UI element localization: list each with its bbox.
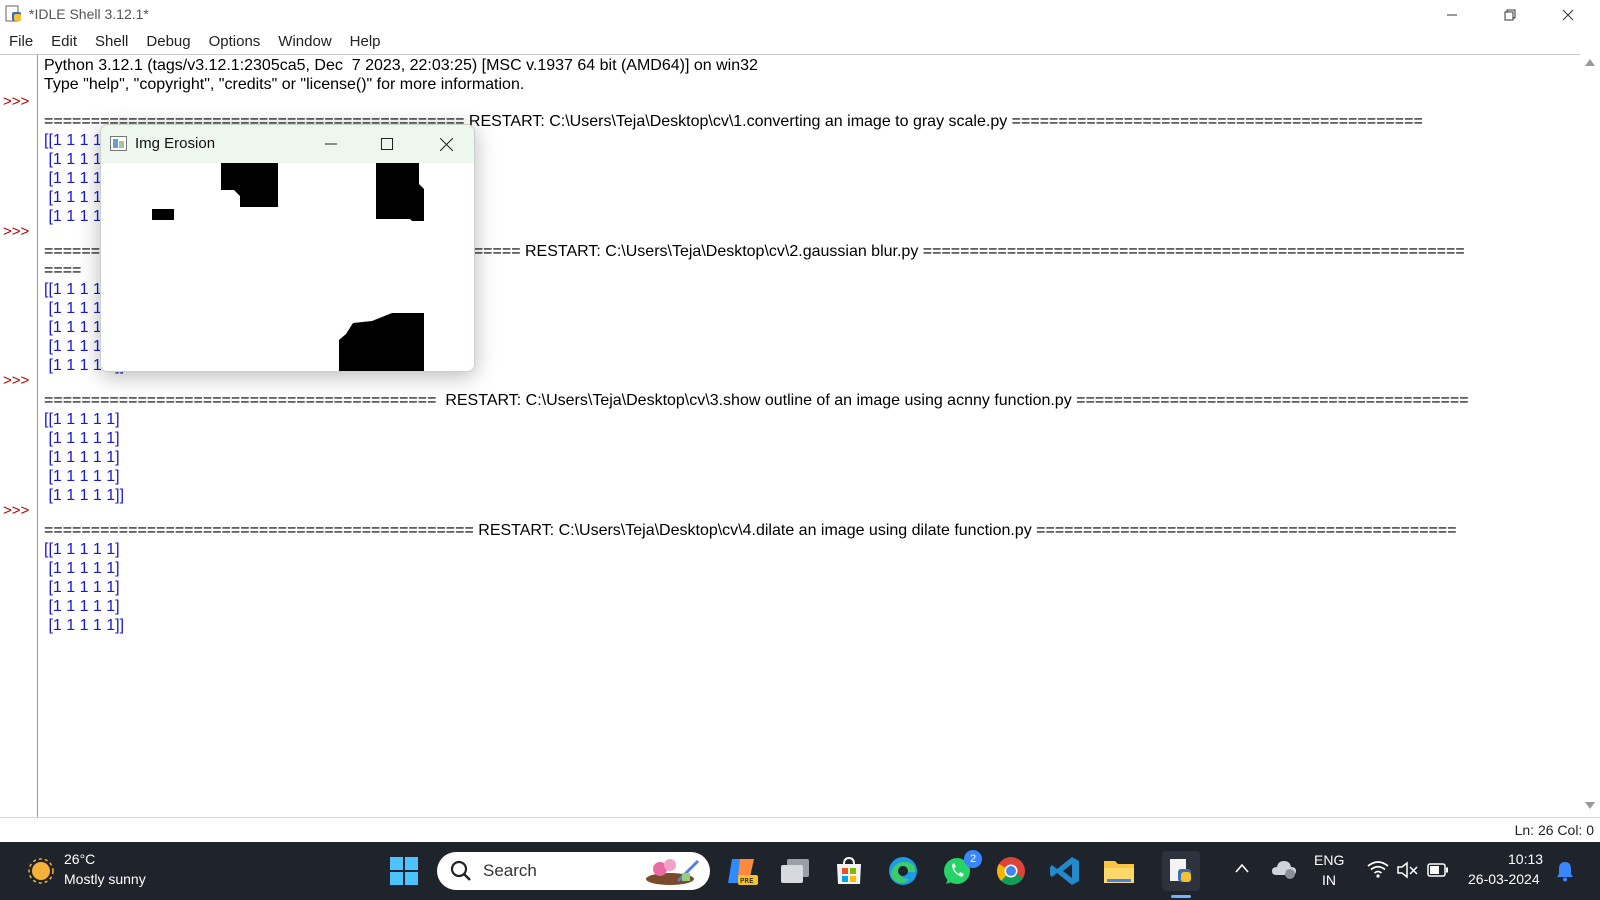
chevron-up-icon[interactable] [1235, 863, 1249, 873]
minimize-button[interactable] [1423, 0, 1481, 30]
matrix-line: [1 1 1 1 1] [44, 468, 120, 485]
minimize-icon [325, 143, 337, 145]
close-icon [1562, 9, 1574, 21]
minimize-icon [1447, 14, 1457, 16]
battery-icon[interactable] [1427, 863, 1449, 877]
taskbar-chrome-button[interactable] [992, 852, 1030, 890]
menu-help[interactable]: Help [341, 30, 390, 54]
img-erosion-maximize-button[interactable] [359, 125, 415, 163]
svg-text:PRE: PRE [740, 877, 754, 885]
onedrive-cloud-icon[interactable] [1271, 858, 1297, 880]
python-idle-icon [1170, 859, 1191, 882]
language-line-1[interactable]: ENG [1314, 852, 1344, 868]
taskbar-search-box[interactable]: Search [437, 852, 710, 890]
language-line-2[interactable]: IN [1322, 872, 1336, 888]
scroll-down-arrow-icon[interactable] [1583, 798, 1597, 812]
maximize-icon [381, 138, 393, 150]
notification-bell-icon[interactable] [1556, 860, 1574, 882]
banner-line: Type "help", "copyright", "credits" or "… [44, 76, 525, 93]
eroded-image [101, 163, 474, 371]
opencv-window-icon [110, 136, 127, 151]
matrix-line: [1 1 1 1 1]] [44, 617, 125, 634]
taskbar-copilot-button[interactable]: PRE [723, 852, 761, 890]
speaker-muted-icon[interactable] [1397, 861, 1419, 879]
img-erosion-close-button[interactable] [418, 125, 474, 163]
taskbar-idle-button[interactable] [1162, 851, 1200, 891]
copilot-pre-icon: PRE [728, 859, 758, 885]
taskbar-vscode-button[interactable] [1046, 852, 1084, 890]
start-button[interactable] [385, 852, 423, 890]
restart-wrap-line: ==== [44, 262, 82, 279]
banner-line: Python 3.12.1 (tags/v3.12.1:2305ca5, Dec… [44, 57, 758, 74]
taskbar-task-view-button[interactable] [776, 852, 814, 890]
menu-edit[interactable]: Edit [42, 30, 86, 54]
restore-button[interactable] [1481, 0, 1539, 30]
task-view-icon [781, 859, 809, 883]
search-highlight-illustration-icon [646, 859, 700, 885]
img-erosion-title-bar[interactable]: Img Erosion [101, 125, 474, 163]
windows-start-icon [390, 857, 418, 885]
folder-icon [1104, 861, 1134, 883]
shell-prompt: >>> [3, 502, 30, 519]
search-icon [450, 860, 471, 881]
matrix-line: [1 1 1 1 1] [44, 598, 120, 615]
matrix-line: [1 1 1 1 1] [44, 430, 120, 447]
img-erosion-window[interactable]: Img Erosion [100, 124, 475, 372]
menu-shell[interactable]: Shell [86, 30, 137, 54]
search-placeholder: Search [483, 861, 537, 880]
clock-date[interactable]: 26-03-2024 [1468, 871, 1540, 887]
microsoft-store-icon [837, 856, 861, 884]
menu-debug[interactable]: Debug [137, 30, 199, 54]
taskbar-store-button[interactable] [830, 852, 868, 890]
weather-description[interactable]: Mostly sunny [64, 871, 146, 887]
matrix-line: [1 1 1 1 1]] [44, 487, 125, 504]
menu-file[interactable]: File [0, 30, 42, 54]
matrix-line: [[1 1 1 1 1] [44, 411, 120, 428]
active-app-indicator [1171, 895, 1191, 898]
shell-prompt: >>> [3, 372, 30, 389]
window-title: *IDLE Shell 3.12.1* [29, 6, 149, 22]
eroded-blob [152, 209, 174, 220]
wifi-icon[interactable] [1367, 860, 1389, 878]
clock-time[interactable]: 10:13 [1508, 851, 1543, 867]
img-erosion-title: Img Erosion [135, 135, 216, 152]
scroll-up-arrow-icon[interactable] [1583, 56, 1597, 70]
restore-icon [1504, 9, 1516, 21]
python-idle-icon [5, 5, 21, 22]
prompt-gutter: >>> >>> >>> >>> [0, 55, 38, 817]
taskbar: 26°C Mostly sunny Search PRE 2 ENG IN 10… [0, 842, 1600, 900]
edge-browser-icon [889, 857, 917, 885]
vscode-icon [1050, 857, 1079, 885]
close-button[interactable] [1539, 0, 1597, 30]
status-bar: Ln: 26 Col: 0 [0, 817, 1600, 842]
img-erosion-minimize-button[interactable] [303, 125, 359, 163]
menu-options[interactable]: Options [200, 30, 270, 54]
weather-temperature[interactable]: 26°C [64, 851, 95, 867]
restart-line: ========================================… [44, 392, 1469, 409]
menu-window[interactable]: Window [269, 30, 340, 54]
matrix-line: [[1 1 1 1 1] [44, 541, 120, 558]
whatsapp-notification-badge: 2 [964, 850, 982, 868]
matrix-line: [1 1 1 1 1] [44, 560, 120, 577]
eroded-blob [376, 163, 424, 221]
taskbar-file-explorer-button[interactable] [1100, 852, 1138, 890]
cursor-position: Ln: 26 Col: 0 [1514, 822, 1594, 838]
taskbar-edge-button[interactable] [884, 852, 922, 890]
sun-weather-icon[interactable] [26, 856, 56, 886]
shell-prompt: >>> [3, 223, 30, 240]
restart-line: ========================================… [44, 522, 1457, 539]
shell-prompt: >>> [3, 93, 30, 110]
matrix-line: [1 1 1 1 1] [44, 449, 120, 466]
menu-bar: File Edit Shell Debug Options Window Hel… [0, 30, 1600, 54]
vertical-scrollbar[interactable] [1580, 54, 1600, 817]
matrix-line: [1 1 1 1 1] [44, 579, 120, 596]
title-bar: *IDLE Shell 3.12.1* [0, 0, 1600, 30]
chrome-browser-icon [997, 857, 1025, 886]
close-icon [439, 137, 453, 151]
